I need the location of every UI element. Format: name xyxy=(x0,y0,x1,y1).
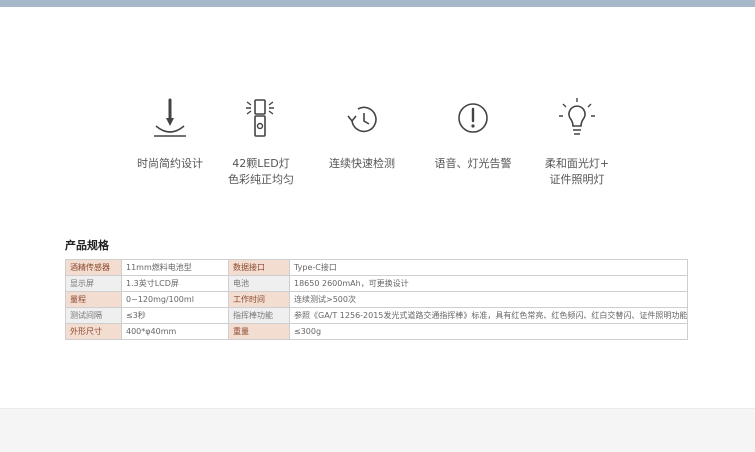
feature-item: 42颗LED灯 色彩纯正均匀 xyxy=(206,96,316,188)
spec-value: 0~120mg/100ml xyxy=(121,291,229,308)
spec-key: 外形尺寸 xyxy=(65,323,122,340)
table-row: 显示屏 1.3英寸LCD屏 电池 18650 2600mAh，可更换设计 xyxy=(65,275,688,292)
spec-value: ≤300g xyxy=(289,323,688,340)
spec-value: 11mm燃料电池型 xyxy=(121,259,229,276)
spec-key: 工作时间 xyxy=(228,291,290,308)
spec-value: 1.3英寸LCD屏 xyxy=(121,275,229,292)
bulb-icon xyxy=(559,98,595,135)
spec-value: 400*φ40mm xyxy=(121,323,229,340)
light-bar-icon xyxy=(246,99,274,137)
top-accent-bar xyxy=(0,0,755,7)
spec-value: 参照《GA/T 1256-2015发光式道路交通指挥棒》标准，具有红色常亮、红色… xyxy=(289,307,688,324)
feature-item: 语音、灯光告警 xyxy=(418,96,528,172)
feature-label: 连续快速检测 xyxy=(329,157,395,170)
footer-band xyxy=(0,408,755,452)
feature-label: 柔和面光灯+ 证件照明灯 xyxy=(544,157,610,186)
spec-value: 18650 2600mAh，可更换设计 xyxy=(289,275,688,292)
feature-item: 连续快速检测 xyxy=(307,96,417,172)
spec-value: 连续测试>500次 xyxy=(289,291,688,308)
spec-key: 酒精传感器 xyxy=(65,259,122,276)
spec-key: 指挥棒功能 xyxy=(228,307,290,324)
spec-key: 量程 xyxy=(65,291,122,308)
spec-title: 产品规格 xyxy=(65,239,109,252)
spec-table: 酒精传感器 11mm燃料电池型 数据接口 Type-C接口 显示屏 1.3英寸L… xyxy=(65,259,688,340)
feature-row: 时尚简约设计 42颗LED灯 色彩纯正均匀 连续快速检测 语音、灯光告警 柔和面… xyxy=(0,96,755,196)
spec-key: 电池 xyxy=(228,275,290,292)
pen-icon xyxy=(154,98,186,137)
spec-value: ≤3秒 xyxy=(121,307,229,324)
timer-refresh-icon xyxy=(347,106,377,133)
feature-label: 42颗LED灯 色彩纯正均匀 xyxy=(228,157,294,186)
table-row: 量程 0~120mg/100ml 工作时间 连续测试>500次 xyxy=(65,291,688,308)
spec-key: 显示屏 xyxy=(65,275,122,292)
spec-key: 数据接口 xyxy=(228,259,290,276)
feature-label: 语音、灯光告警 xyxy=(434,157,512,170)
spec-key: 测试间隔 xyxy=(65,307,122,324)
alert-icon xyxy=(458,103,488,133)
spec-value: Type-C接口 xyxy=(289,259,688,276)
table-row: 测试间隔 ≤3秒 指挥棒功能 参照《GA/T 1256-2015发光式道路交通指… xyxy=(65,307,688,324)
feature-item: 柔和面光灯+ 证件照明灯 xyxy=(522,96,632,188)
spec-key: 重量 xyxy=(228,323,290,340)
table-row: 酒精传感器 11mm燃料电池型 数据接口 Type-C接口 xyxy=(65,259,688,276)
table-row: 外形尺寸 400*φ40mm 重量 ≤300g xyxy=(65,323,688,340)
